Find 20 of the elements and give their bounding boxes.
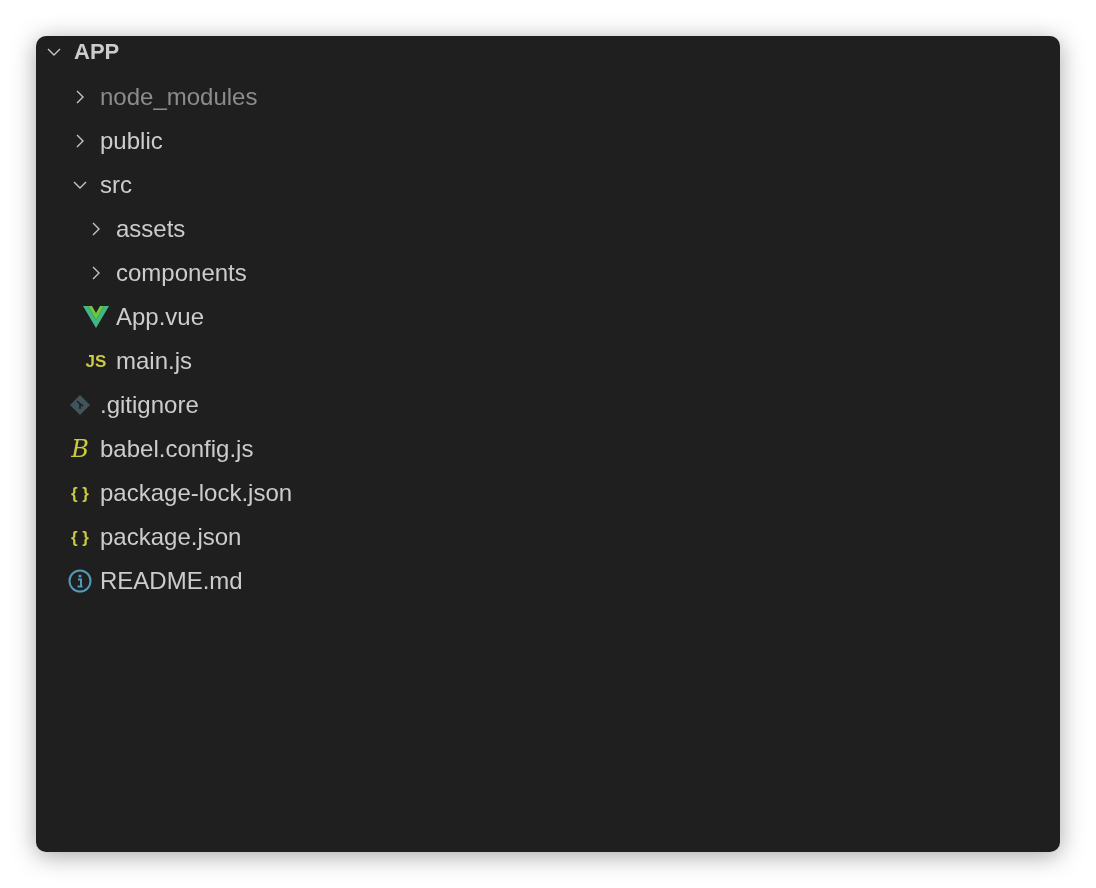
vue-logo-icon <box>83 306 109 328</box>
file-name[interactable]: babel.config.js <box>100 431 254 467</box>
file-type-icon: { } <box>68 484 92 502</box>
file-name[interactable]: .gitignore <box>100 387 199 423</box>
folder-name[interactable]: assets <box>116 211 186 247</box>
folder-name[interactable]: node_modules <box>100 79 258 115</box>
info-icon <box>68 569 92 593</box>
folder-name[interactable]: components <box>116 255 247 291</box>
file-name[interactable]: README.md <box>100 563 243 599</box>
file-name[interactable]: main.js <box>116 343 193 379</box>
file-name[interactable]: package.json <box>100 519 242 555</box>
diamond-icon <box>69 394 91 416</box>
folder-name[interactable]: src <box>100 167 132 203</box>
babel-icon: B <box>68 437 92 461</box>
file-name[interactable]: App.vue <box>116 299 205 335</box>
folder-name[interactable]: public <box>100 123 163 159</box>
root-folder-title[interactable]: APP <box>74 36 120 68</box>
file-name[interactable]: package-lock.json <box>100 475 293 511</box>
file-type-icon: JS <box>84 352 108 370</box>
file-type-icon: { } <box>68 528 92 546</box>
